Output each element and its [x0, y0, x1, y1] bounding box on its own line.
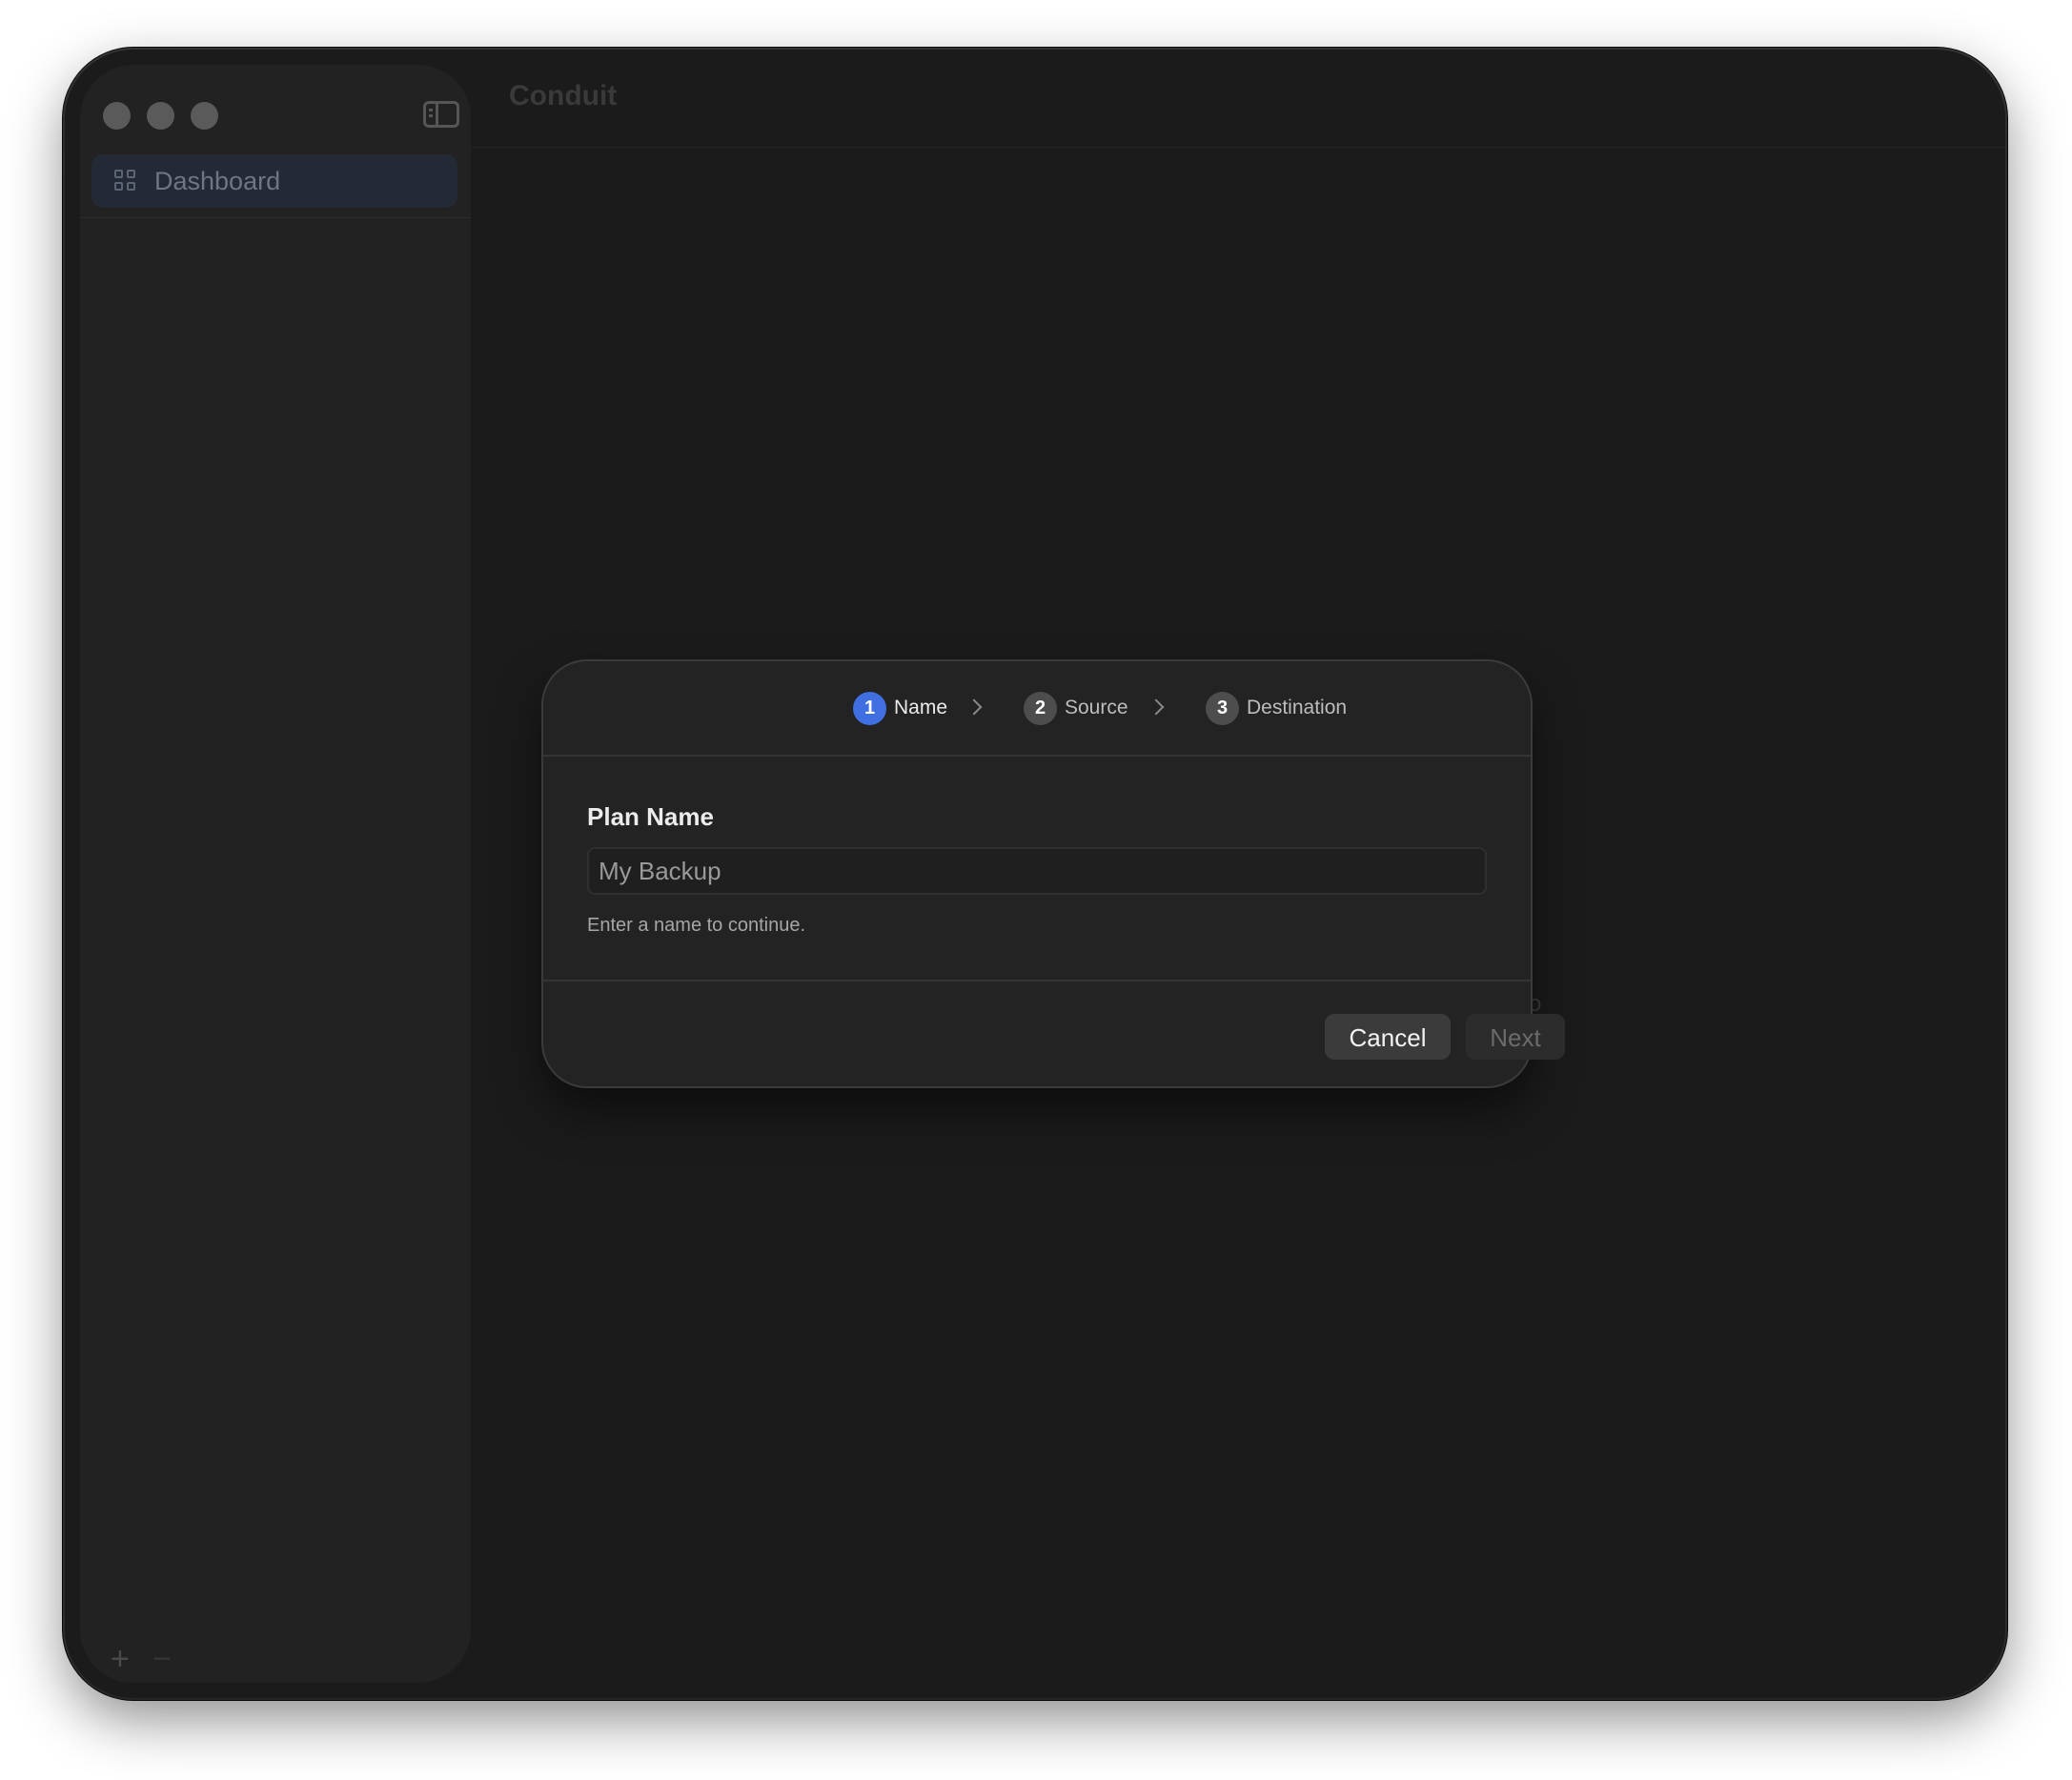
toolbar-divider [471, 147, 2005, 148]
chevron-right-icon [965, 698, 983, 716]
plan-name-hint: Enter a name to continue. [587, 915, 806, 936]
app-window: Dashboard + − Conduit o 1 Name 2 Source … [65, 50, 2005, 1698]
step-number-badge: 2 [1024, 692, 1057, 725]
sidebar-item-dashboard[interactable]: Dashboard [91, 154, 457, 208]
sidebar-divider [80, 217, 471, 218]
minimize-window-button[interactable] [147, 102, 174, 130]
step-number-badge: 3 [1206, 692, 1239, 725]
plan-name-label: Plan Name [587, 802, 714, 831]
dialog-footer-divider [543, 980, 1531, 981]
new-plan-dialog: 1 Name 2 Source 3 Destination Plan Name … [543, 661, 1565, 1086]
cancel-button[interactable]: Cancel [1325, 1014, 1451, 1060]
next-button[interactable]: Next [1466, 1014, 1565, 1060]
window-title: Conduit [509, 80, 618, 111]
sidebar-item-label: Dashboard [154, 167, 281, 195]
sidebar-toggle-icon[interactable] [423, 101, 459, 128]
plan-name-input[interactable] [587, 847, 1487, 895]
step-label-destination: Destination [1247, 697, 1348, 718]
chevron-right-icon [1148, 698, 1165, 716]
grid-icon [114, 170, 137, 192]
step-label-source: Source [1065, 697, 1128, 718]
add-button[interactable]: + [111, 1643, 130, 1675]
step-number-badge: 1 [853, 692, 886, 725]
wizard-stepper: 1 Name 2 Source 3 Destination [543, 661, 1531, 755]
sidebar: Dashboard + − [80, 65, 471, 1683]
step-label-name: Name [894, 697, 948, 718]
close-window-button[interactable] [103, 102, 131, 130]
remove-button[interactable]: − [152, 1643, 172, 1675]
dialog-header-divider [543, 755, 1531, 757]
zoom-window-button[interactable] [191, 102, 218, 130]
